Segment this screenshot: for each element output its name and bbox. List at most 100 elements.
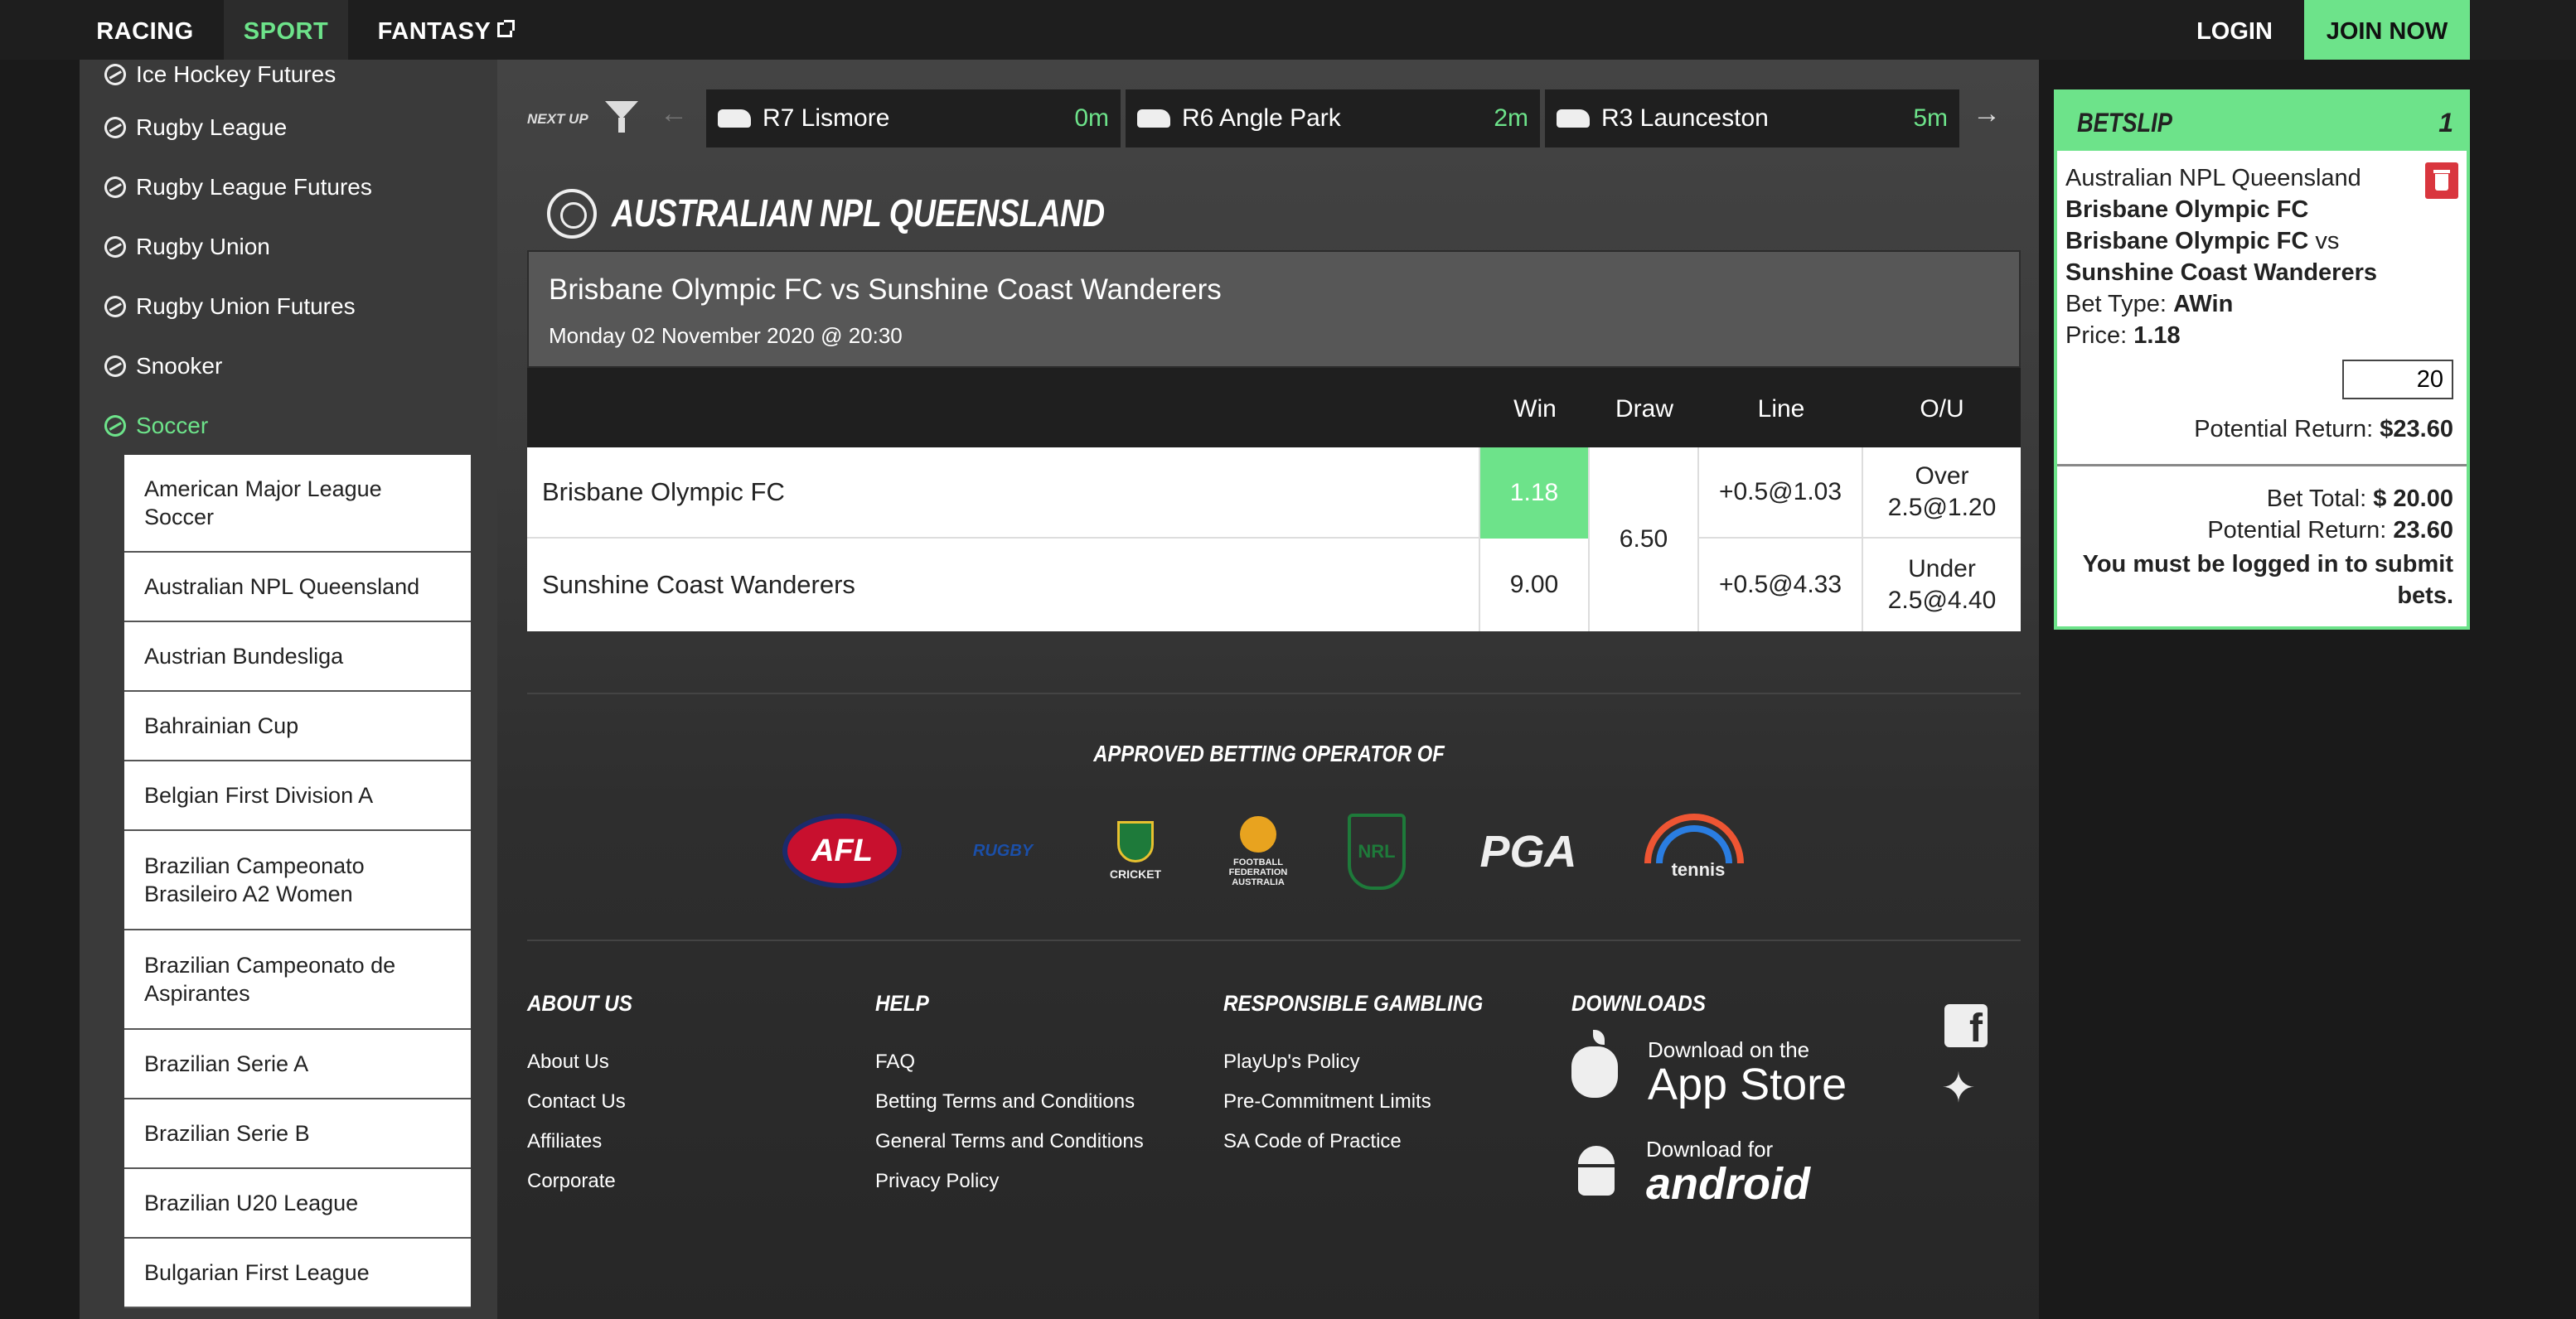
rugby-logo-text: RUGBY [972, 841, 1034, 860]
odds-win-button[interactable]: 1.18 [1480, 447, 1590, 539]
sidebar-item-label: Rugby Union Futures [136, 293, 356, 319]
sidebar-item-snooker[interactable]: Snooker [100, 350, 223, 383]
sidebar-item-soccer[interactable]: Soccer [100, 409, 208, 442]
column-ou: O/U [1920, 395, 1964, 423]
nav-fantasy[interactable]: FANTASY [366, 0, 524, 60]
nav-fantasy-label: FANTASY [377, 18, 491, 45]
competition-item[interactable]: Brazilian Campeonato de Aspirantes [124, 930, 471, 1030]
race-countdown: 0m [1074, 104, 1109, 132]
sidebar-item-ice-hockey-futures[interactable]: Ice Hockey Futures [100, 60, 336, 91]
sidebar-item-label: Snooker [136, 353, 223, 379]
odds-ou-button[interactable]: Under 2.5@4.40 [1863, 539, 2021, 631]
join-now-button[interactable]: JOIN NOW [2304, 0, 2470, 60]
competition-item[interactable]: Brazilian Campeonato Brasileiro A2 Women [124, 831, 471, 930]
competition-item[interactable]: Brazilian Serie B [124, 1099, 471, 1169]
android-link[interactable]: Download for android [1571, 1137, 1810, 1209]
bet-match: Brisbane Olympic FC vs [2065, 225, 2339, 257]
column-line: Line [1757, 395, 1805, 423]
arrow-right-icon[interactable]: → [1973, 98, 2001, 130]
sidebar-item-rugby-union-futures[interactable]: Rugby Union Futures [100, 290, 356, 323]
main-content: NEXT UP ← R7 Lismore 0m R6 Angle Park 2m… [497, 60, 2039, 1319]
cricket-logo-text: CRICKET [1109, 867, 1162, 881]
odds-line-button[interactable]: +0.5@1.03 [1699, 447, 1863, 539]
twitter-icon[interactable]: ✦ [1941, 1064, 1976, 1112]
delete-bet-icon[interactable] [2425, 162, 2458, 199]
potential-return-total: Potential Return: 23.60 [2207, 517, 2453, 544]
sidebar-item-rugby-league[interactable]: Rugby League [100, 111, 287, 144]
nav-sport[interactable]: SPORT [224, 0, 348, 60]
competition-item[interactable]: Australian NPL Queensland [124, 553, 471, 622]
footer-link[interactable]: Corporate [527, 1170, 616, 1193]
sports-sidebar: Ice Hockey Futures Rugby League Rugby Le… [80, 60, 497, 1319]
bet-team-a: Brisbane Olympic FC [2065, 228, 2309, 254]
afl-logo-text: AFL [811, 833, 873, 868]
race-countdown: 5m [1913, 104, 1948, 132]
stake-input[interactable] [2342, 360, 2453, 399]
sidebar-item-label: Rugby League Futures [136, 174, 372, 200]
rugby-ball-icon [100, 232, 130, 262]
pga-australia-logo: PGA [1470, 814, 1586, 890]
next-race-tile[interactable]: R6 Angle Park 2m [1126, 89, 1540, 147]
footer-heading-gambling: RESPONSIBLE GAMBLING [1223, 991, 1484, 1016]
odds-line-button[interactable]: +0.5@4.33 [1699, 539, 1863, 631]
app-store-link[interactable]: Download on the App Store [1571, 1029, 1847, 1107]
sidebar-item-rugby-league-futures[interactable]: Rugby League Futures [100, 171, 372, 204]
login-button[interactable]: LOGIN [2180, 0, 2289, 60]
competition-item[interactable]: American Major League Soccer [124, 455, 471, 553]
sidebar-item-rugby-union[interactable]: Rugby Union [100, 230, 270, 263]
rugby-ball-icon [100, 172, 130, 202]
footer-heading-help: HELP [875, 991, 929, 1016]
potential-return-total-label: Potential Return: [2207, 517, 2387, 544]
bet-team-b: Sunshine Coast Wanderers [2065, 259, 2378, 286]
competition-item[interactable]: Belgian First Division A [124, 761, 471, 831]
column-draw: Draw [1615, 395, 1673, 423]
potential-return-value: $23.60 [2380, 416, 2453, 442]
footer-link[interactable]: Contact Us [527, 1090, 626, 1114]
nrl-logo: NRL [1348, 814, 1406, 890]
footer-link[interactable]: FAQ [875, 1051, 915, 1074]
pga-logo-text: PGA [1479, 827, 1577, 877]
android-label: android [1646, 1159, 1810, 1209]
competition-item[interactable]: Brazilian Serie A [124, 1030, 471, 1099]
odds-win-button[interactable]: 9.00 [1480, 539, 1590, 631]
match-date: Monday 02 November 2020 @ 20:30 [549, 323, 903, 348]
competition-item[interactable]: Bulgarian First League [124, 1239, 471, 1308]
arrow-left-icon[interactable]: ← [660, 98, 688, 130]
competition-item[interactable]: Bahrainian Cup [124, 692, 471, 761]
divider [2057, 464, 2467, 466]
odds-table-header: Win Draw Line O/U [527, 368, 2021, 447]
filter-icon[interactable] [605, 101, 638, 133]
footer-link[interactable]: SA Code of Practice [1223, 1130, 1402, 1153]
ffa-emblem-icon [1240, 816, 1276, 853]
ffa-logo-text: FOOTBALL FEDERATION AUSTRALIA [1228, 858, 1288, 887]
nav-racing[interactable]: RACING [81, 0, 209, 60]
footer-link[interactable]: General Terms and Conditions [875, 1130, 1144, 1153]
footer-link[interactable]: Affiliates [527, 1130, 602, 1153]
odds-ou-button[interactable]: Over 2.5@1.20 [1863, 447, 2021, 539]
competition-item[interactable]: Brazilian U20 League [124, 1169, 471, 1239]
potential-return-total-value: 23.60 [2393, 517, 2453, 544]
odds-draw-button[interactable]: 6.50 [1590, 447, 1699, 631]
tennis-logo-text: tennis [1671, 859, 1726, 880]
match-header: Brisbane Olympic FC vs Sunshine Coast Wa… [527, 250, 2021, 368]
bet-type-value: AWin [2173, 291, 2234, 317]
competition-list: American Major League Soccer Australian … [124, 455, 471, 1308]
facebook-icon[interactable]: f [1944, 1004, 1988, 1047]
footer-link[interactable]: About Us [527, 1051, 609, 1074]
race-name: R6 Angle Park [1182, 104, 1341, 132]
greyhound-icon [1137, 109, 1170, 128]
bet-selection: Brisbane Olympic FC [2065, 196, 2309, 223]
rugby-australia-logo: RUGBY [961, 814, 1044, 888]
bet-total-label: Bet Total: [2266, 486, 2367, 512]
apple-icon [1571, 1029, 1618, 1098]
bet-price-label: Price: [2065, 322, 2128, 349]
next-race-tile[interactable]: R3 Launceston 5m [1545, 89, 1959, 147]
next-race-tile[interactable]: R7 Lismore 0m [706, 89, 1121, 147]
footer-link[interactable]: Privacy Policy [875, 1170, 999, 1193]
bet-price-value: 1.18 [2133, 322, 2181, 349]
competition-item[interactable]: Austrian Bundesliga [124, 622, 471, 692]
footer-link[interactable]: PlayUp's Policy [1223, 1051, 1360, 1074]
footer-link[interactable]: Pre-Commitment Limits [1223, 1090, 1431, 1114]
footer-link[interactable]: Betting Terms and Conditions [875, 1090, 1135, 1114]
bet-vs: vs [2315, 228, 2340, 254]
